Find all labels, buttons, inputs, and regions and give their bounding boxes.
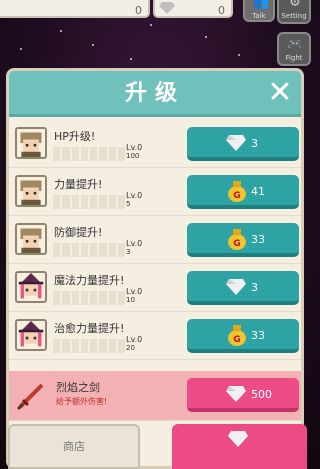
controller-icon: 🎮	[287, 37, 304, 52]
upgrade-dialog: 升级 ✕ HP升级! Lv.0 100 3 力量提升! Lv.0 5 G 41 …	[6, 68, 304, 469]
dialog-header: 升级 ✕	[9, 71, 301, 117]
buy-defense-button[interactable]: G 33	[187, 223, 299, 257]
diamond-icon	[159, 2, 175, 14]
level-bar	[53, 339, 125, 353]
witch-avatar	[15, 319, 47, 351]
gold-bag-icon: G	[228, 229, 246, 250]
level-label: Lv.0 10	[126, 287, 143, 304]
level-label: Lv.0 3	[126, 239, 143, 256]
level-bar	[53, 243, 125, 257]
buy-magic-button[interactable]: 3	[187, 271, 299, 305]
item-row-flame-sword: 烈焰之剑 给予额外伤害! 500	[9, 371, 301, 421]
upgrade-row-hp: HP升级! Lv.0 100 3	[9, 120, 301, 168]
people-icon: 👥	[253, 0, 270, 10]
cost-value: 41	[251, 185, 265, 198]
level-bar	[53, 147, 125, 161]
item-description: 给予额外伤害!	[56, 397, 108, 406]
setting-label: Setting	[281, 12, 307, 20]
cost-value: 33	[251, 233, 265, 246]
right-tab[interactable]	[172, 424, 307, 469]
sword-icon	[16, 383, 44, 411]
level-bar	[53, 291, 125, 305]
upgrade-row-defense: 防御提升! Lv.0 3 G 33	[9, 216, 301, 264]
gem-count: 0	[218, 4, 225, 17]
item-name: 烈焰之剑	[56, 381, 100, 394]
upgrade-name: HP升级!	[54, 130, 96, 143]
gold-bag-icon: G	[228, 181, 246, 202]
gold-count: 0	[135, 4, 142, 17]
cost-value: 3	[251, 281, 258, 294]
level-label: Lv.0 20	[126, 335, 143, 352]
fight-button[interactable]: 🎮 Fight	[277, 32, 311, 66]
buy-flame-sword-button[interactable]: 500	[187, 378, 299, 412]
cost-value: 3	[251, 137, 258, 150]
gold-counter: 0	[0, 0, 150, 18]
diamond-icon	[226, 279, 246, 295]
upgrade-row-heal: 治愈力量提升! Lv.0 20 G 33	[9, 312, 301, 360]
gear-icon: ⚙	[289, 0, 301, 10]
upgrade-name: 治愈力量提升!	[54, 322, 125, 335]
gem-counter: 0	[153, 0, 233, 18]
fight-label: Fight	[285, 54, 303, 62]
upgrade-name: 防御提升!	[54, 226, 103, 239]
svg-text:G: G	[233, 239, 240, 249]
gold-bag-icon: G	[228, 325, 246, 346]
buy-heal-button[interactable]: G 33	[187, 319, 299, 353]
diamond-icon	[228, 431, 248, 447]
knight-avatar	[15, 175, 47, 207]
talk-button[interactable]: 👥 Talk	[243, 0, 275, 22]
talk-label: Talk	[252, 12, 266, 20]
knight-avatar	[15, 127, 47, 159]
level-label: Lv.0 100	[126, 143, 143, 160]
diamond-icon	[226, 386, 246, 402]
svg-text:G: G	[233, 191, 240, 201]
svg-text:G: G	[233, 335, 240, 345]
shop-tab[interactable]: 商店	[8, 424, 140, 469]
top-bar: 0 0 👥 Talk ⚙ Setting 🎮 Fight	[0, 0, 315, 66]
upgrade-row-strength: 力量提升! Lv.0 5 G 41	[9, 168, 301, 216]
setting-button[interactable]: ⚙ Setting	[277, 0, 311, 24]
buy-hp-button[interactable]: 3	[187, 127, 299, 161]
shop-label: 商店	[63, 440, 85, 453]
dialog-title: 升级	[124, 81, 185, 106]
buy-strength-button[interactable]: G 41	[187, 175, 299, 209]
level-label: Lv.0 5	[126, 191, 143, 208]
cost-value: 500	[251, 388, 272, 401]
upgrade-name: 魔法力量提升!	[54, 274, 125, 287]
upgrade-name: 力量提升!	[54, 178, 103, 191]
cost-value: 33	[251, 329, 265, 342]
level-bar	[53, 195, 125, 209]
diamond-icon	[226, 135, 246, 151]
witch-avatar	[15, 271, 47, 303]
upgrade-row-magic: 魔法力量提升! Lv.0 10 3	[9, 264, 301, 312]
close-icon[interactable]: ✕	[267, 78, 293, 108]
knight-avatar	[15, 223, 47, 255]
